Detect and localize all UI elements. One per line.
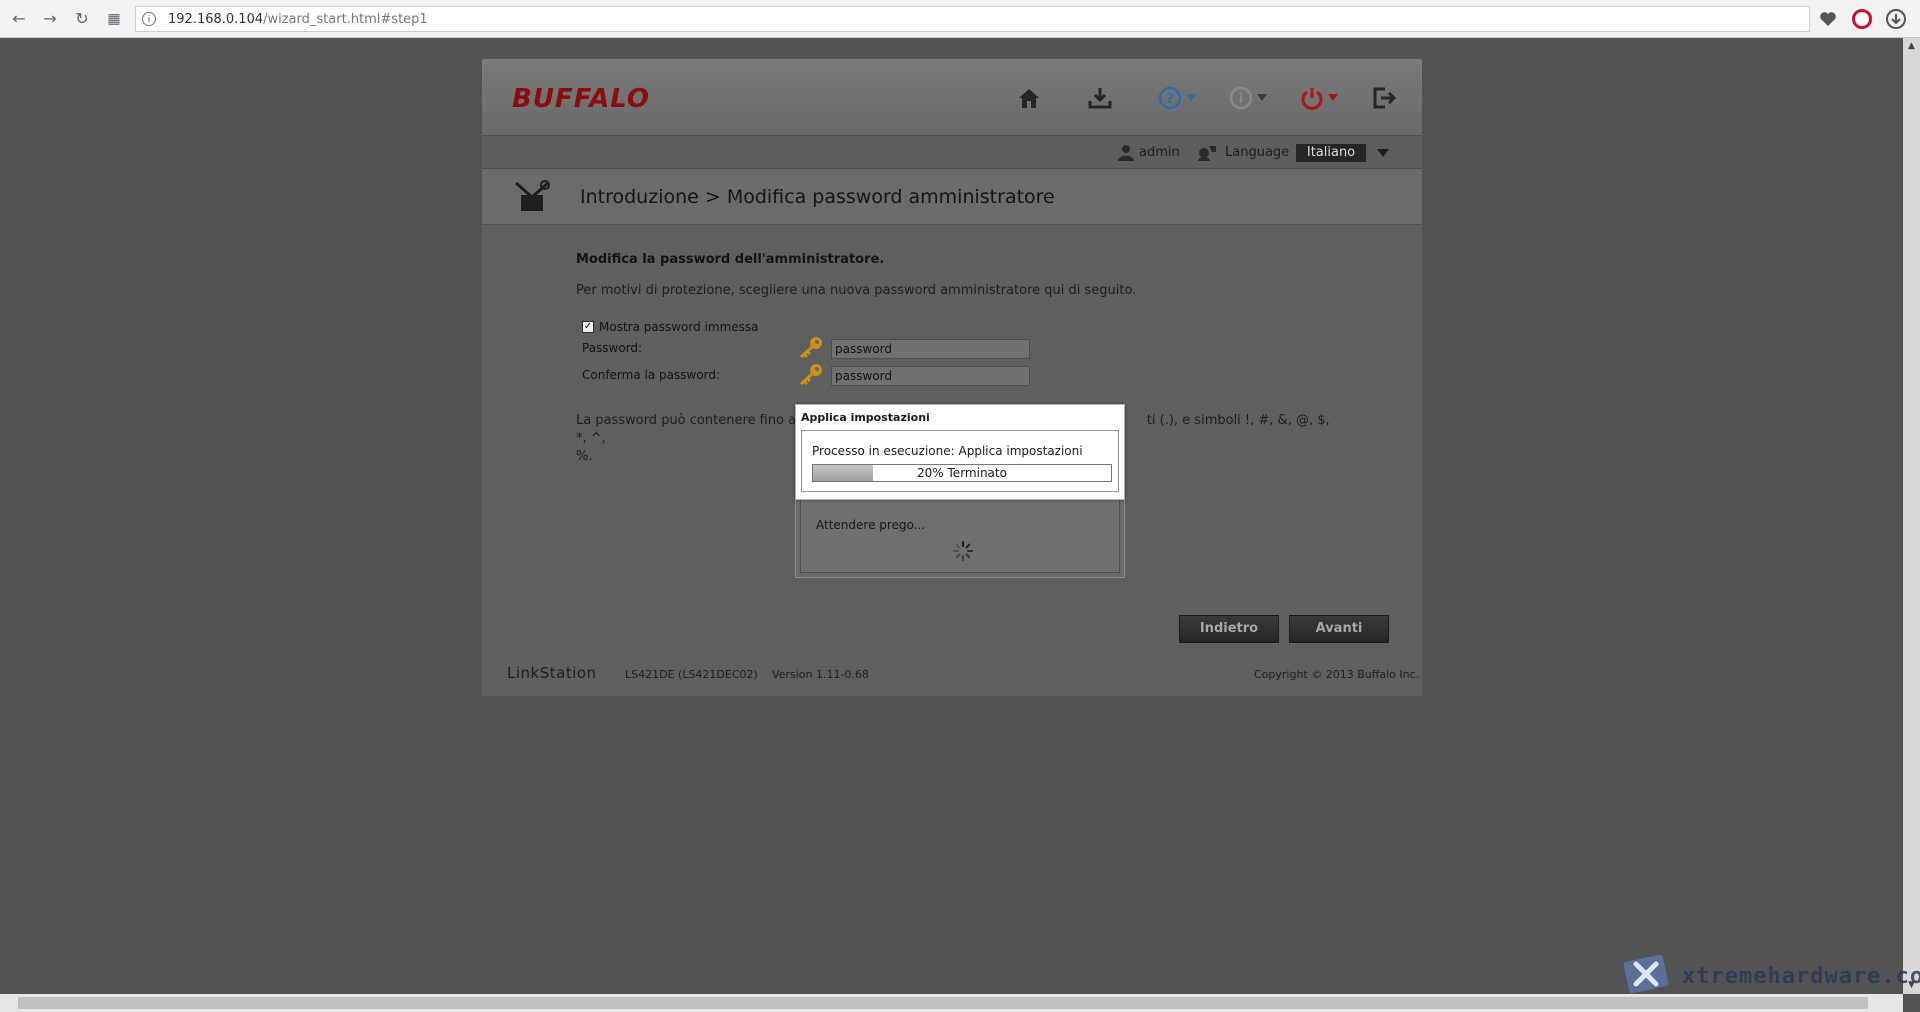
model-text: LS421DE (LS421DEC02)	[625, 668, 758, 681]
info-icon[interactable]: i	[1229, 85, 1271, 111]
app-footer: LinkStation LS421DE (LS421DEC02) Version…	[482, 656, 1422, 696]
progress-bar: 20% Terminato	[812, 464, 1112, 482]
svg-text:i: i	[1239, 92, 1243, 107]
loading-spinner-icon	[953, 541, 973, 561]
browser-toolbar: ← → ↻ ▦ i 192.168.0.104/wizard_start.htm…	[0, 0, 1920, 38]
password-input[interactable]: password	[831, 339, 1030, 359]
linkstation-brand: LinkStation	[507, 664, 597, 682]
language-label: Language	[1225, 145, 1290, 160]
dialog-body: Processo in esecuzione: Applica impostaz…	[801, 430, 1119, 492]
nas-admin-app: BUFFALO ? i admin Language Italiano Intr…	[482, 59, 1422, 696]
page-title-bar: Introduzione > Modifica password amminis…	[482, 169, 1422, 225]
watermark: xtremehardware.com	[1620, 950, 1920, 1000]
watermark-text: xtremehardware.com	[1682, 964, 1920, 989]
help-icon[interactable]: ?	[1158, 85, 1200, 111]
apply-settings-dialog: Applica impostazioni Processo in esecuzi…	[795, 404, 1125, 500]
back-arrow-icon[interactable]: ←	[9, 9, 29, 29]
process-value: Applica impostazioni	[958, 444, 1083, 458]
password-label: Password:	[582, 341, 643, 355]
horizontal-scroll-thumb[interactable]	[18, 997, 1868, 1009]
please-wait-inner: Attendere prego...	[800, 495, 1120, 573]
confirm-password-input[interactable]: password	[831, 366, 1030, 386]
wait-text: Attendere prego...	[816, 518, 926, 532]
language-select[interactable]: Italiano	[1296, 144, 1366, 162]
language-icon	[1198, 146, 1216, 161]
confirm-password-label: Conferma la password:	[582, 368, 721, 382]
url-text: 192.168.0.104/wizard_start.html#step1	[168, 12, 428, 27]
form-description: Per motivi di protezione, scegliere una …	[576, 283, 1137, 298]
buffalo-logo: BUFFALO	[512, 84, 650, 114]
process-label: Processo in esecuzione:	[812, 444, 955, 458]
note-text-line2: %.	[576, 449, 593, 464]
watermark-logo-icon	[1623, 954, 1669, 994]
note-text-start: La password può contenere fino a 20	[576, 413, 817, 428]
show-password-checkbox[interactable]: ✓	[582, 321, 594, 333]
site-info-icon[interactable]: i	[142, 12, 156, 26]
logout-icon[interactable]	[1371, 85, 1397, 111]
dialog-title: Applica impostazioni	[801, 411, 930, 424]
apps-grid-icon[interactable]: ▦	[104, 9, 124, 29]
download-icon[interactable]	[1087, 85, 1113, 111]
power-icon[interactable]	[1300, 85, 1342, 111]
progress-text: 20% Terminato	[917, 466, 1007, 480]
version-text: Version 1.11-0.68	[772, 668, 869, 681]
scroll-up-arrow-icon[interactable]: ▲	[1903, 38, 1920, 55]
download-manager-icon[interactable]	[1886, 9, 1906, 29]
address-bar[interactable]: i 192.168.0.104/wizard_start.html#step1	[135, 6, 1810, 32]
forward-arrow-icon[interactable]: →	[40, 9, 60, 29]
vertical-scrollbar[interactable]: ▲ ▼	[1903, 38, 1920, 994]
home-icon[interactable]	[1016, 85, 1042, 111]
back-button[interactable]: Indietro	[1179, 615, 1279, 643]
form-heading: Modifica la password dell'amministratore…	[576, 252, 885, 267]
horizontal-scrollbar[interactable]	[0, 994, 1903, 1012]
opera-icon[interactable]	[1852, 9, 1872, 29]
key-icon	[799, 364, 822, 386]
language-dropdown-arrow-icon[interactable]	[1377, 149, 1389, 157]
copyright-text: Copyright © 2013 Buffalo Inc.	[1254, 668, 1420, 681]
user-icon	[1118, 145, 1134, 161]
url-host: 192.168.0.104	[168, 12, 264, 27]
next-button[interactable]: Avanti	[1289, 615, 1389, 643]
user-bar: admin Language Italiano	[482, 136, 1422, 169]
username[interactable]: admin	[1139, 145, 1180, 160]
wizard-tools-icon	[515, 180, 550, 211]
page-title: Introduzione > Modifica password amminis…	[580, 186, 1055, 208]
app-header: BUFFALO ? i	[482, 59, 1422, 136]
svg-text:?: ?	[1166, 91, 1174, 107]
heart-icon[interactable]	[1818, 9, 1838, 29]
show-password-label: Mostra password immessa	[599, 320, 759, 334]
url-path: /wizard_start.html#step1	[263, 12, 428, 27]
please-wait-box: Attendere prego...	[795, 490, 1125, 578]
reload-icon[interactable]: ↻	[72, 9, 92, 29]
process-status: Processo in esecuzione: Applica impostaz…	[812, 444, 1083, 458]
key-icon	[799, 337, 822, 359]
